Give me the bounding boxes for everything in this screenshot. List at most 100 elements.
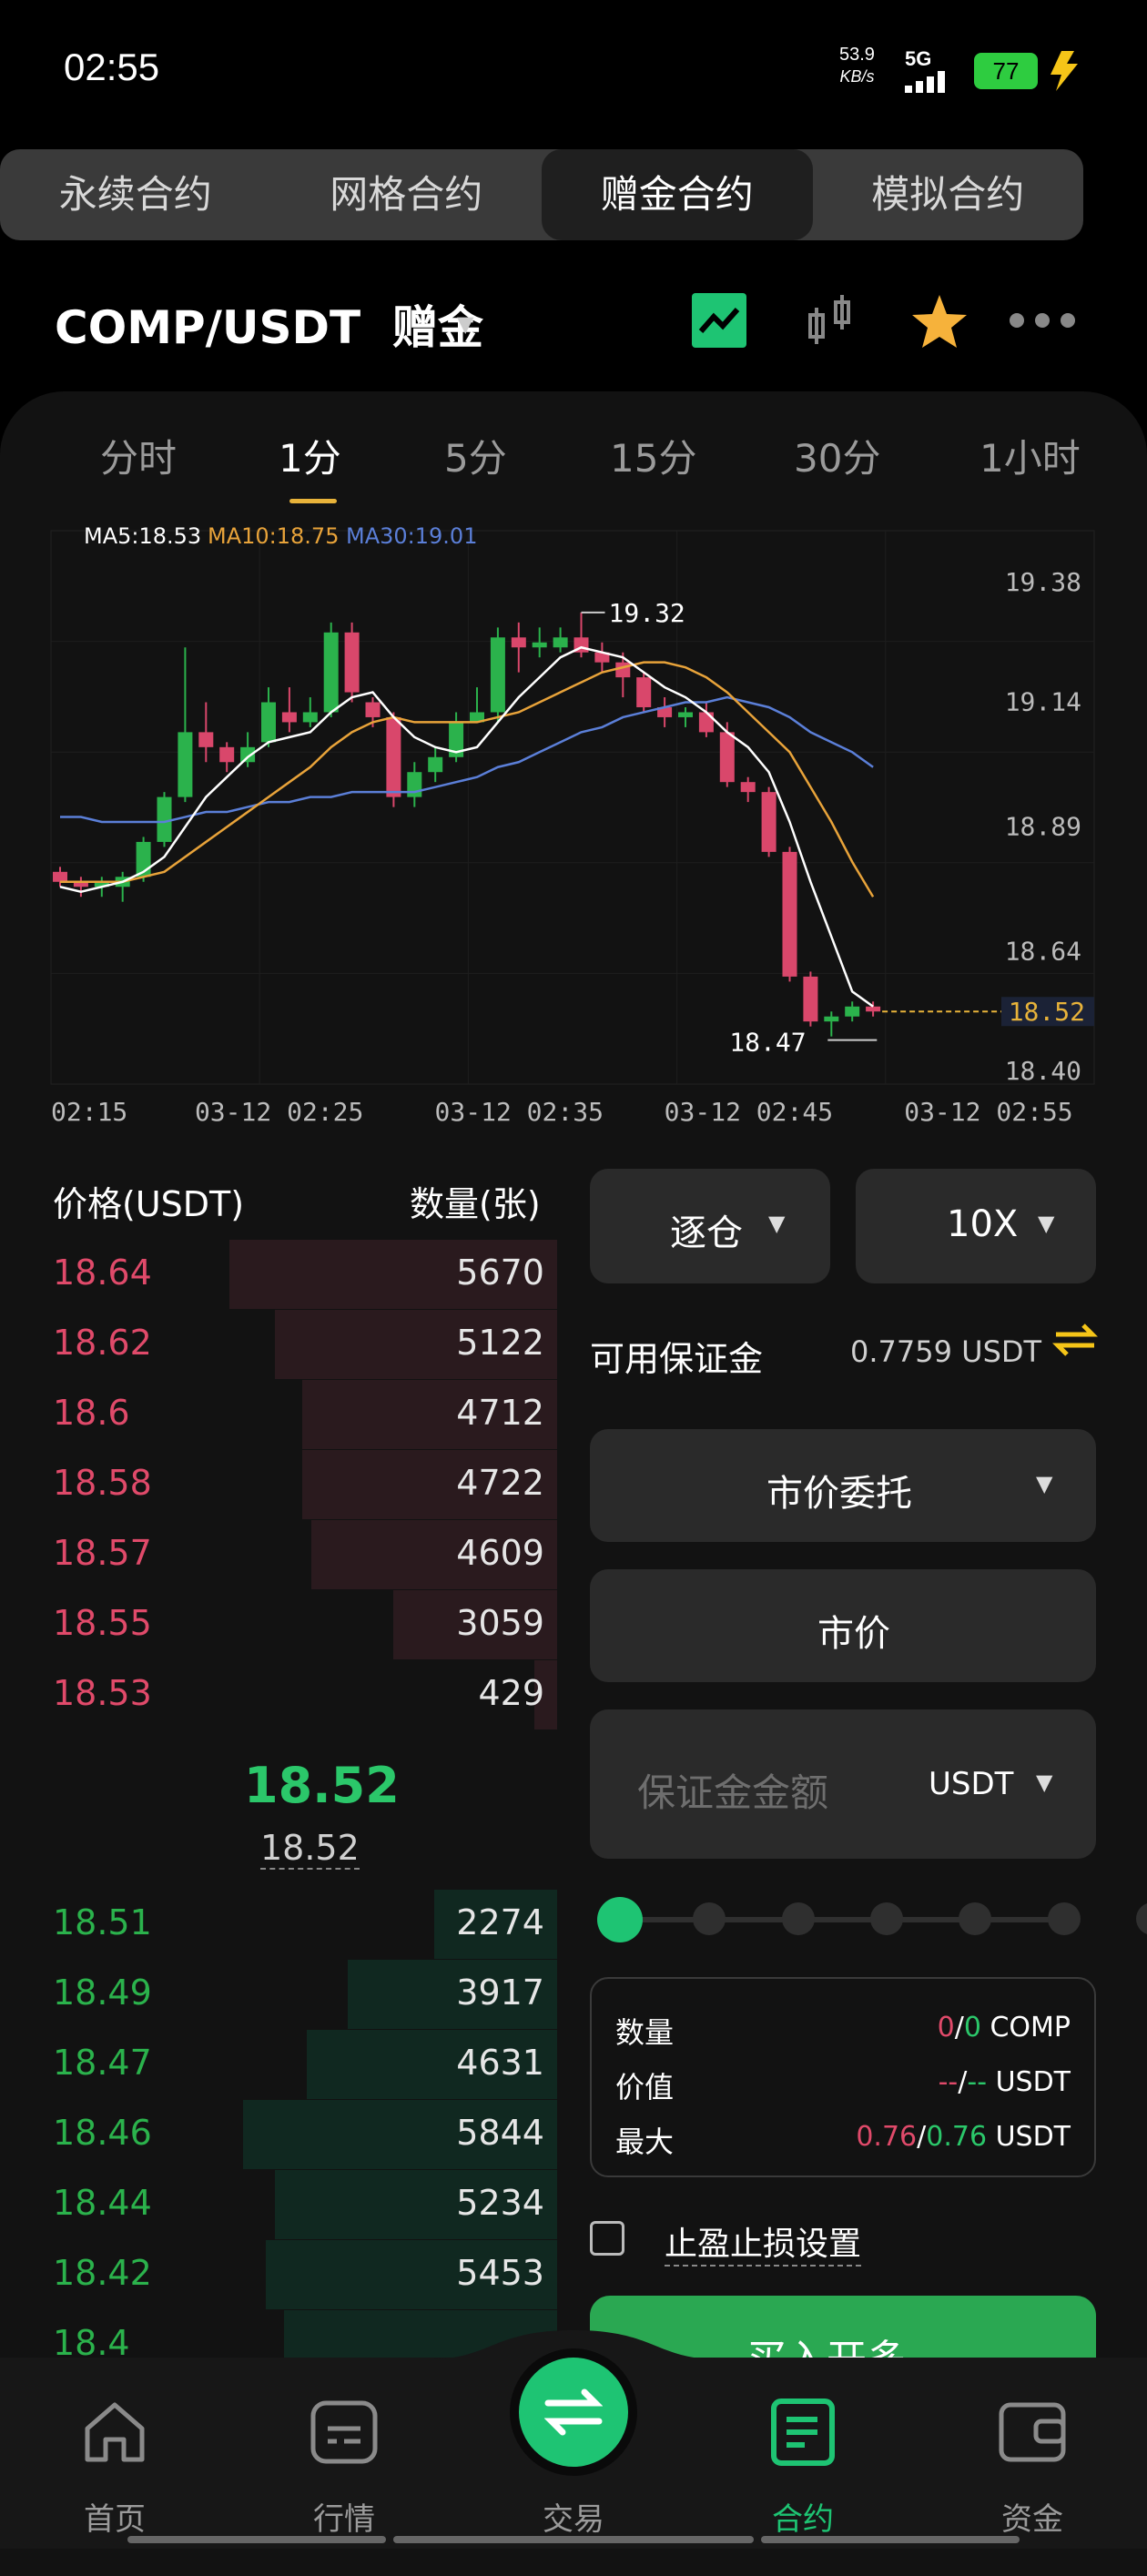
ask-qty: 4722 bbox=[456, 1463, 544, 1503]
chart-grid bbox=[50, 530, 1095, 1085]
ask-row[interactable]: 18.6 4712 bbox=[0, 1380, 564, 1449]
tp-sl-label[interactable]: 止盈止损设置 bbox=[665, 2217, 862, 2267]
nav-trade-label: 交易 bbox=[543, 2501, 604, 2538]
ask-row[interactable]: 18.57 4609 bbox=[0, 1520, 564, 1589]
candle-body bbox=[344, 632, 360, 693]
status-time: 02:55 bbox=[64, 46, 160, 88]
bid-qty: 4631 bbox=[456, 2043, 544, 2083]
bid-qty: 3917 bbox=[456, 1973, 544, 2013]
ask-row[interactable]: 18.58 4722 bbox=[0, 1450, 564, 1519]
ask-row[interactable]: 18.62 5122 bbox=[0, 1310, 564, 1379]
y-tick-label: 19.38 bbox=[1005, 567, 1081, 597]
pair-selector[interactable]: COMP/USDT 赠金 bbox=[55, 291, 483, 357]
available-margin-label: 可用保证金 bbox=[590, 1339, 764, 1379]
ask-row[interactable]: 18.64 5670 bbox=[0, 1240, 564, 1309]
ask-qty: 3059 bbox=[456, 1603, 544, 1643]
chevron-down-icon: ▼ bbox=[1038, 1211, 1055, 1236]
tab-simulated[interactable]: 模拟合约 bbox=[813, 149, 1084, 240]
bid-price: 18.44 bbox=[53, 2183, 152, 2223]
candle-body bbox=[261, 702, 276, 743]
ask-qty: 4712 bbox=[456, 1393, 544, 1433]
candle-body bbox=[824, 1016, 839, 1022]
more-icon[interactable] bbox=[1009, 311, 1076, 330]
tab-1h[interactable]: 1小时 bbox=[980, 428, 1081, 483]
bid-row[interactable]: 18.47 4631 bbox=[0, 2030, 564, 2099]
ask-price: 18.53 bbox=[53, 1673, 152, 1713]
chevron-down-icon: ▼ bbox=[1036, 1471, 1053, 1496]
ask-row[interactable]: 18.53 429 bbox=[0, 1660, 564, 1729]
gesture-bar bbox=[393, 2536, 754, 2543]
price-field[interactable]: 市价 bbox=[590, 1569, 1096, 1682]
bid-row[interactable]: 18.46 5844 bbox=[0, 2100, 564, 2169]
candle-body bbox=[553, 637, 568, 648]
tab-30m[interactable]: 30分 bbox=[794, 428, 880, 483]
tp-sl-checkbox[interactable] bbox=[590, 2221, 624, 2256]
value-label: 价值 bbox=[615, 2070, 675, 2104]
ask-price: 18.58 bbox=[53, 1463, 152, 1503]
price-chart[interactable]: MA5:18.53 MA10:18.75 MA30:19.01 19.38 19.… bbox=[0, 505, 1147, 1133]
candle-body bbox=[678, 712, 693, 717]
chevron-down-icon[interactable]: ▼ bbox=[457, 311, 473, 337]
slider-step[interactable] bbox=[781, 1902, 815, 1935]
last-price: 18.52 bbox=[244, 1757, 400, 1814]
bid-row[interactable]: 18.49 3917 bbox=[0, 1960, 564, 2029]
candle-body bbox=[219, 746, 235, 763]
slider-step[interactable] bbox=[959, 1902, 992, 1935]
candle-body bbox=[198, 732, 214, 747]
nav-assets[interactable] bbox=[969, 2396, 1096, 2472]
x-tick-label: 03-12 02:25 bbox=[195, 1097, 363, 1127]
candle-body bbox=[698, 712, 714, 733]
leverage-select[interactable]: 10X ▼ bbox=[856, 1169, 1096, 1283]
candle-body bbox=[803, 976, 818, 1022]
tab-bonus[interactable]: 赠金合约 bbox=[542, 149, 813, 240]
slider-step[interactable] bbox=[869, 1902, 903, 1935]
nav-contract[interactable] bbox=[739, 2396, 867, 2472]
mark-price[interactable]: 18.52 bbox=[260, 1828, 360, 1870]
tab-1m[interactable]: 1分 bbox=[279, 428, 341, 483]
nav-home[interactable] bbox=[51, 2396, 178, 2472]
candle-body bbox=[866, 1006, 881, 1012]
tab-15m[interactable]: 15分 bbox=[610, 428, 696, 483]
qty-value: 0/0 COMP bbox=[937, 2012, 1071, 2044]
bid-row[interactable]: 18.51 2274 bbox=[0, 1890, 564, 1959]
chevron-down-icon: ▼ bbox=[1036, 1770, 1053, 1795]
order-summary: 数量 0/0 COMP 价值 --/-- USDT 最大 0.76/0.76 U… bbox=[590, 1977, 1096, 2177]
ask-price: 18.55 bbox=[53, 1603, 152, 1643]
amount-slider-track[interactable] bbox=[621, 1917, 1065, 1922]
network-speed-unit: KB/s bbox=[839, 67, 875, 86]
tab-perpetual[interactable]: 永续合约 bbox=[0, 149, 271, 240]
nav-market[interactable] bbox=[280, 2396, 408, 2472]
favorite-star-icon[interactable] bbox=[910, 293, 969, 350]
candlestick-icon[interactable] bbox=[805, 293, 859, 351]
bid-row[interactable]: 18.42 5453 bbox=[0, 2240, 564, 2309]
swap-arrows-icon bbox=[544, 2388, 603, 2436]
ask-price: 18.57 bbox=[53, 1533, 152, 1573]
ma30-label: MA30:19.01 bbox=[346, 523, 477, 549]
margin-mode-select[interactable]: 逐仓 ▼ bbox=[590, 1169, 830, 1283]
orderbook-qty-header: 数量(张) bbox=[410, 1184, 541, 1224]
available-margin-value: 0.7759 USDT bbox=[850, 1334, 1042, 1369]
chart-line-icon[interactable] bbox=[692, 293, 746, 348]
order-type-select[interactable]: 市价委托 ▼ bbox=[590, 1429, 1096, 1542]
ask-price: 18.64 bbox=[53, 1253, 152, 1293]
slider-handle[interactable] bbox=[597, 1897, 643, 1942]
bid-qty: 5453 bbox=[456, 2253, 544, 2293]
ask-qty: 5670 bbox=[456, 1253, 544, 1293]
ask-row[interactable]: 18.55 3059 bbox=[0, 1590, 564, 1659]
transfer-icon[interactable] bbox=[1052, 1322, 1098, 1358]
amount-unit-select[interactable]: USDT bbox=[929, 1766, 1013, 1802]
tab-5m[interactable]: 5分 bbox=[444, 428, 507, 483]
slider-step[interactable] bbox=[1047, 1902, 1081, 1935]
ma-lines bbox=[59, 645, 875, 1008]
tab-grid[interactable]: 网格合约 bbox=[271, 149, 543, 240]
bid-row[interactable]: 18.44 5234 bbox=[0, 2170, 564, 2239]
margin-amount-input[interactable]: 保证金金额 USDT ▼ bbox=[590, 1709, 1096, 1859]
bid-qty: 2274 bbox=[456, 1902, 544, 1942]
value-value: --/-- USDT bbox=[938, 2066, 1071, 2098]
bid-price: 18.47 bbox=[53, 2043, 152, 2083]
market-icon bbox=[310, 2400, 378, 2464]
ask-price: 18.6 bbox=[53, 1393, 130, 1433]
high-label: 19.32 bbox=[609, 598, 685, 628]
tab-time-share[interactable]: 分时 bbox=[100, 428, 177, 483]
x-tick-label: 03-12 02:55 bbox=[904, 1097, 1072, 1127]
